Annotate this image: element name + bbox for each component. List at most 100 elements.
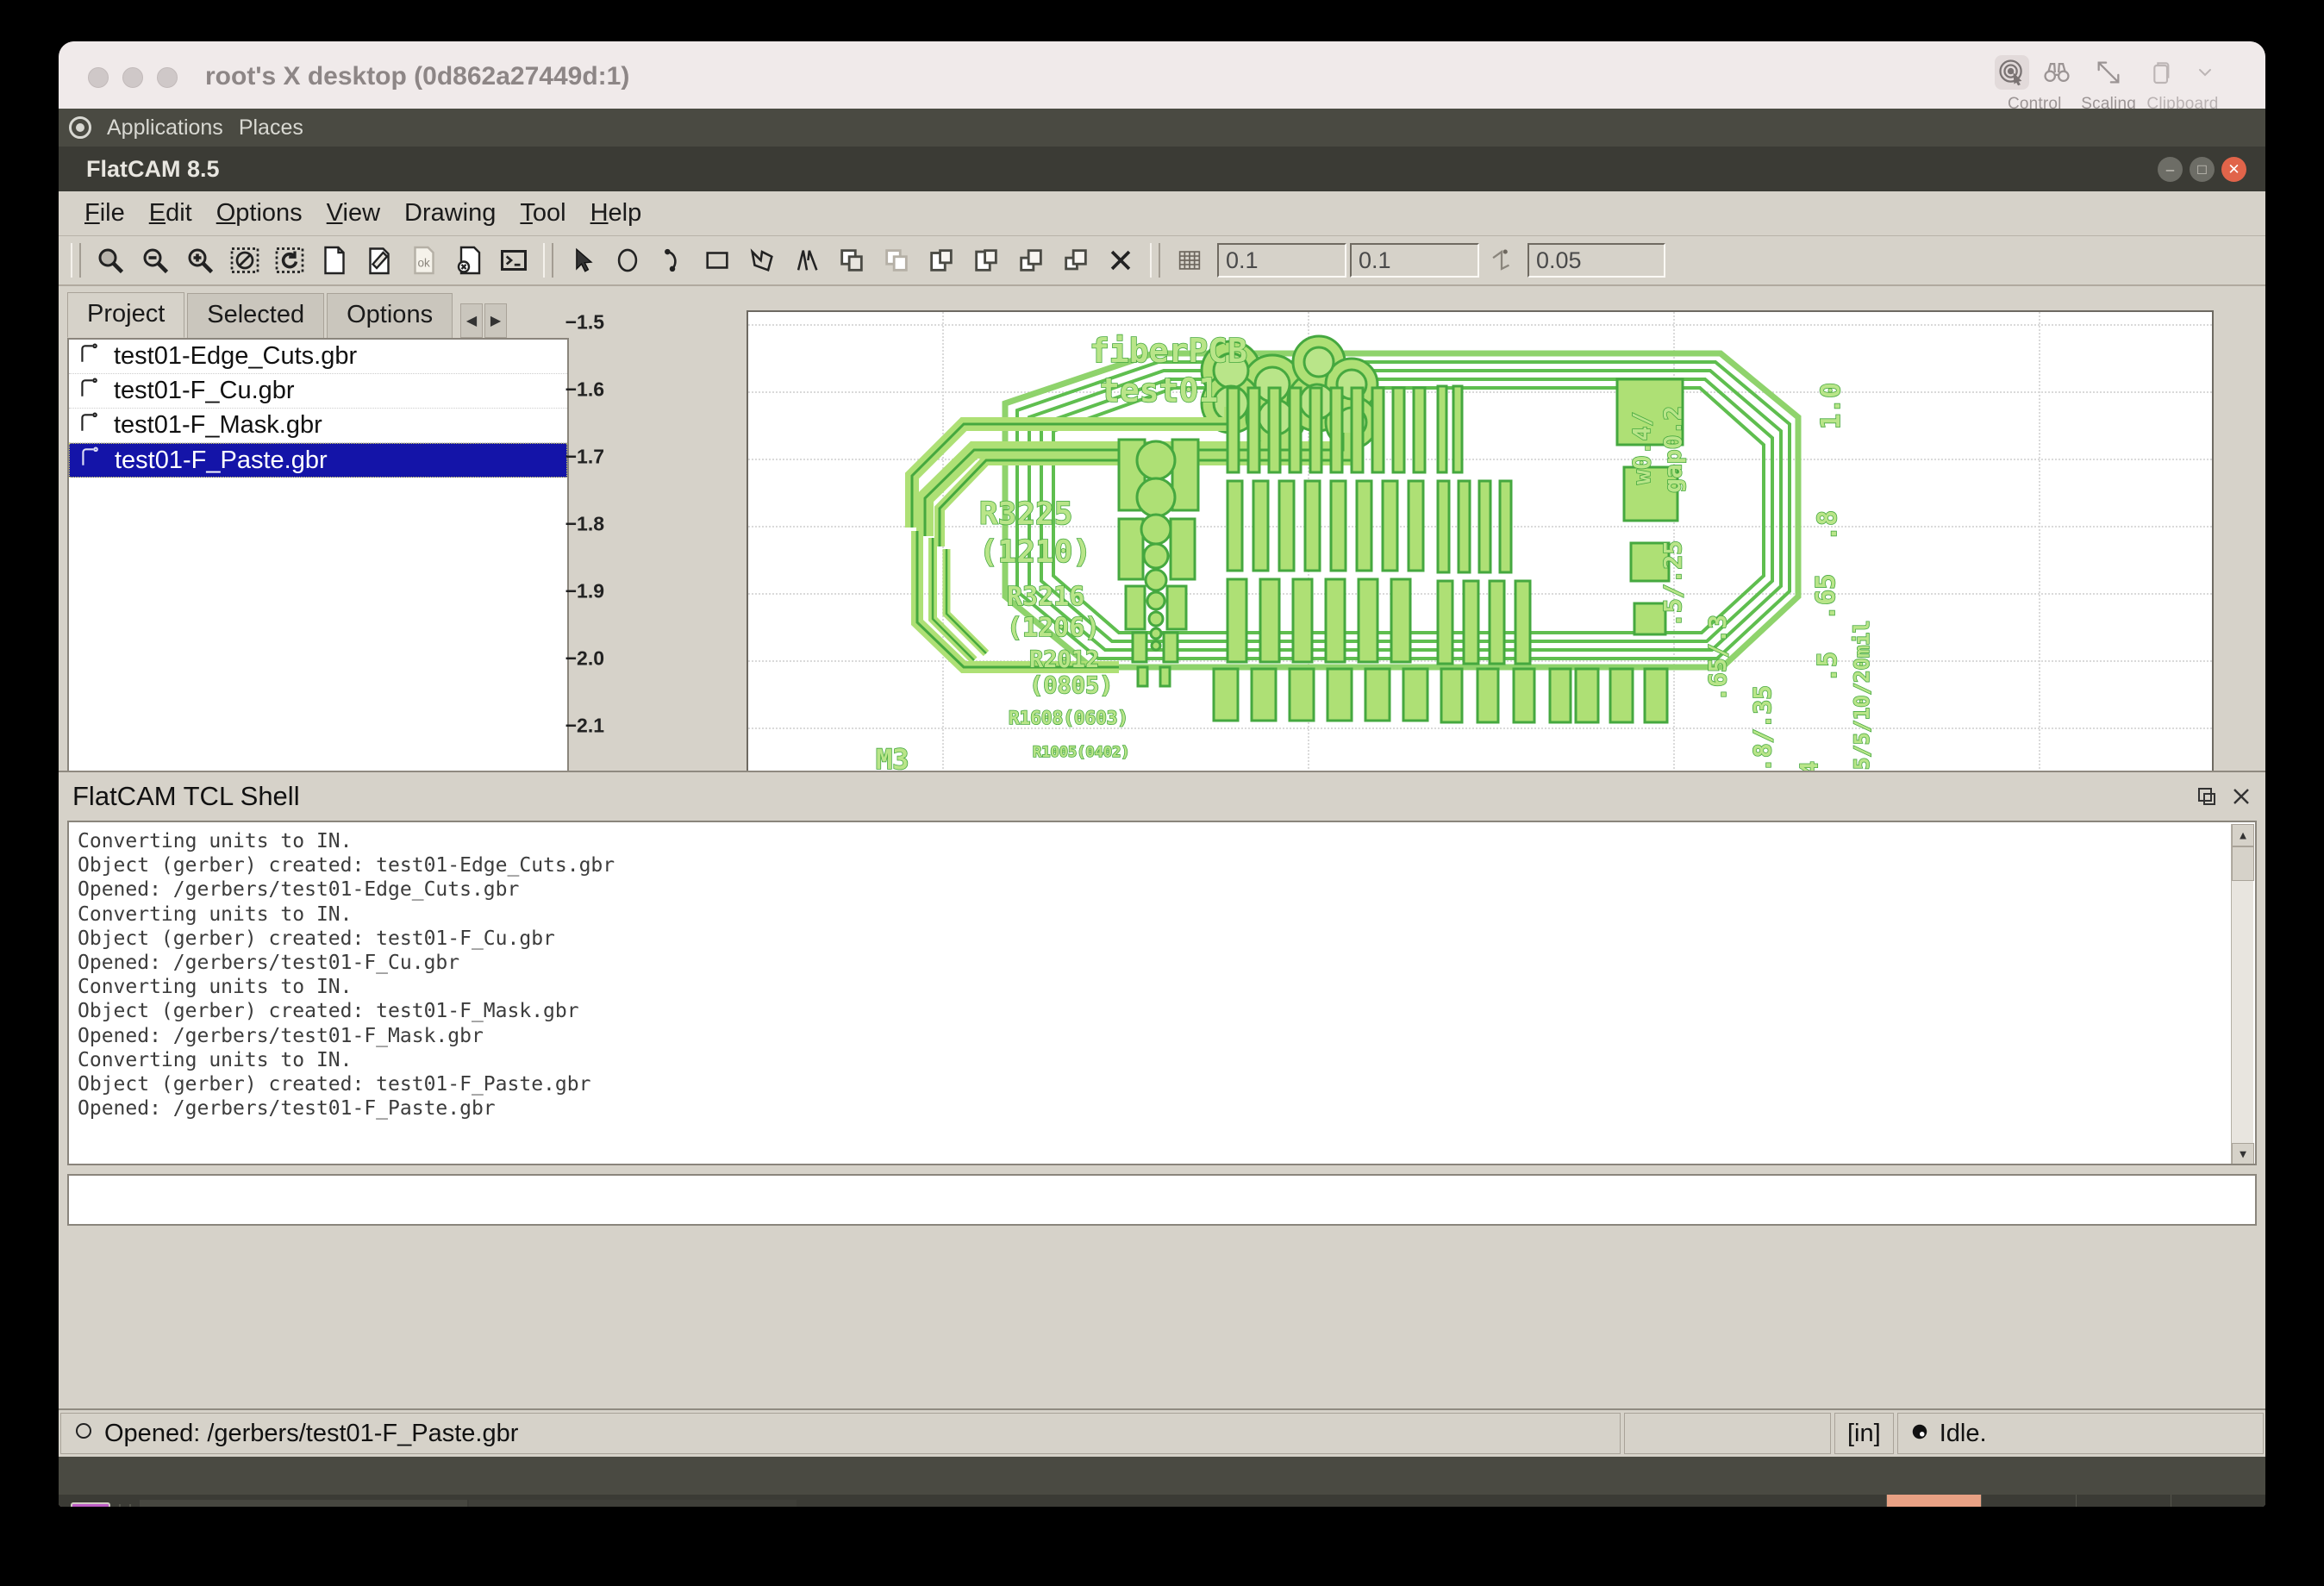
delete-file-icon[interactable] (447, 240, 491, 281)
scrollbar-thumb[interactable] (2232, 846, 2254, 881)
task-button-terminal[interactable]: root@0d862a27449d... (140, 1500, 467, 1507)
list-item[interactable]: test01-Edge_Cuts.gbr (69, 340, 567, 374)
zoom-fit-icon[interactable] (88, 240, 133, 281)
scaling-cluster: Scaling (2081, 52, 2136, 114)
tab-project[interactable]: Project (67, 292, 184, 338)
tcl-shell-output[interactable]: Converting units to IN. Object (gerber) … (67, 821, 2257, 1165)
vnc-toolbar: Control Scaling (1988, 52, 2229, 114)
pcb-label: (1206) (1007, 613, 1100, 643)
pcb-label: R1608(0603) (1009, 708, 1128, 728)
tray-slot-2[interactable] (2076, 1495, 2171, 1507)
menu-applications[interactable]: Applications (107, 116, 223, 140)
snap-value-input[interactable]: 0.05 (1527, 243, 1665, 278)
grid-y-input[interactable]: 0.1 (1350, 243, 1479, 278)
list-item-label: test01-F_Paste.gbr (115, 446, 328, 475)
move-icon[interactable] (1053, 240, 1098, 281)
flatcam-close-button[interactable]: ✕ (2221, 157, 2246, 182)
y-tick-label: −1.8 (565, 513, 604, 536)
tcl-command-input[interactable] (67, 1174, 2257, 1226)
rectangle-icon[interactable] (695, 240, 740, 281)
menu-help[interactable]: Help (578, 197, 654, 229)
ok-file-icon[interactable]: ok (402, 240, 447, 281)
toolbar-grip[interactable] (71, 243, 81, 278)
flatcam-window-title: FlatCAM 8.5 (86, 156, 220, 183)
flatcam-minimize-button[interactable]: – (2158, 157, 2183, 182)
menu-options[interactable]: Options (204, 197, 315, 229)
grid-x-input[interactable]: 0.1 (1217, 243, 1346, 278)
cursor-target-icon[interactable] (1995, 55, 2029, 90)
plot-canvas-area[interactable]: −1.5 −1.6 −1.7 −1.8 −1.9 −2.0 −2.1 −2.2 … (576, 288, 2265, 771)
flatcam-maximize-button[interactable]: □ (2190, 157, 2215, 182)
close-icon[interactable] (2231, 783, 2252, 814)
tab-scroll-arrows: ◀ ▶ (460, 303, 507, 338)
shell-line: Opened: /gerbers/test01-F_Cu.gbr (78, 951, 2246, 975)
subtract-icon[interactable] (919, 240, 964, 281)
toolbar-grip-3[interactable] (1150, 243, 1160, 278)
replot-icon[interactable] (267, 240, 312, 281)
tab-selected[interactable]: Selected (187, 293, 324, 338)
pcb-label-rot: 1.0 (1816, 383, 1846, 429)
tray-slot-1[interactable] (1981, 1495, 2076, 1507)
zoom-in-icon[interactable] (178, 240, 222, 281)
toolbar-grip-2[interactable] (543, 243, 553, 278)
tab-scroll-right-icon[interactable]: ▶ (484, 303, 507, 338)
files-launcher-icon[interactable] (71, 1502, 110, 1507)
menu-view[interactable]: View (315, 197, 392, 229)
edit-file-icon[interactable] (357, 240, 402, 281)
window-maximize-button[interactable] (157, 67, 178, 88)
bottom-right-bars (1576, 669, 1667, 722)
binoculars-icon[interactable] (2040, 55, 2074, 90)
circle-icon[interactable] (605, 240, 650, 281)
chevron-down-icon[interactable] (2188, 55, 2222, 90)
cutout-icon[interactable] (964, 240, 1009, 281)
task-button-flatcam[interactable]: FlatCAM 8.5 (469, 1500, 797, 1507)
scroll-up-icon[interactable]: ▲ (2232, 824, 2254, 846)
flatcam-toolbar: ok (59, 236, 2265, 286)
delete-x-icon[interactable] (1098, 240, 1143, 281)
menu-file[interactable]: File (72, 197, 137, 229)
menu-tool[interactable]: Tool (508, 197, 578, 229)
shell-scrollbar[interactable]: ▲ ▼ (2231, 824, 2253, 1165)
resize-diagonal-icon[interactable] (2091, 55, 2126, 90)
menu-drawing[interactable]: Drawing (392, 197, 508, 229)
right-bar-arrays (1438, 386, 1571, 722)
copy-icon[interactable] (1009, 240, 1053, 281)
select-arrow-icon[interactable] (560, 240, 605, 281)
clipboard-icon[interactable] (2143, 55, 2177, 90)
project-file-list[interactable]: test01-Edge_Cuts.gbr test01-F_Cu.gbr (67, 338, 569, 799)
shell-line: Object (gerber) created: test01-F_Paste.… (78, 1072, 2246, 1096)
pcb-label: R3216 (1007, 582, 1084, 612)
zoom-out-icon[interactable] (133, 240, 178, 281)
list-item-selected[interactable]: test01-F_Paste.gbr (69, 443, 567, 478)
snap-corner-icon[interactable] (1479, 240, 1524, 281)
flatcam-main-area: Project Selected Options ◀ ▶ (59, 288, 2265, 771)
tab-options[interactable]: Options (327, 293, 453, 338)
union-icon[interactable] (829, 240, 874, 281)
taskbar-separator[interactable] (119, 1504, 131, 1507)
taskbar: root@0d862a27449d... FlatCAM 8.5 (59, 1495, 2265, 1507)
grid-icon[interactable] (1167, 240, 1212, 281)
list-item[interactable]: test01-F_Mask.gbr (69, 409, 567, 443)
tray-slot-3[interactable] (2171, 1495, 2265, 1507)
scroll-down-icon[interactable]: ▼ (2232, 1143, 2254, 1165)
pcb-label-rot: .8/.35 (1748, 685, 1777, 772)
menu-places[interactable]: Places (239, 116, 303, 140)
clear-plot-icon[interactable] (222, 240, 267, 281)
gnome-logo-icon[interactable] (69, 116, 91, 139)
list-item[interactable]: test01-F_Cu.gbr (69, 374, 567, 409)
new-file-icon[interactable] (312, 240, 357, 281)
tab-scroll-left-icon[interactable]: ◀ (460, 303, 483, 338)
pcb-label-rot: gap0.2 (1659, 406, 1687, 493)
tcl-shell-panel: FlatCAM TCL Shell (59, 771, 2265, 1408)
polygon-icon[interactable] (740, 240, 784, 281)
intersection-icon[interactable] (874, 240, 919, 281)
menu-edit[interactable]: Edit (137, 197, 204, 229)
tray-flatcam-icon[interactable] (1886, 1495, 1981, 1507)
window-minimize-button[interactable] (122, 67, 143, 88)
window-close-button[interactable] (88, 67, 109, 88)
undock-icon[interactable] (2196, 783, 2217, 814)
arc-icon[interactable] (650, 240, 695, 281)
path-icon[interactable] (784, 240, 829, 281)
shell-icon[interactable] (491, 240, 536, 281)
system-tray (1886, 1495, 2265, 1507)
